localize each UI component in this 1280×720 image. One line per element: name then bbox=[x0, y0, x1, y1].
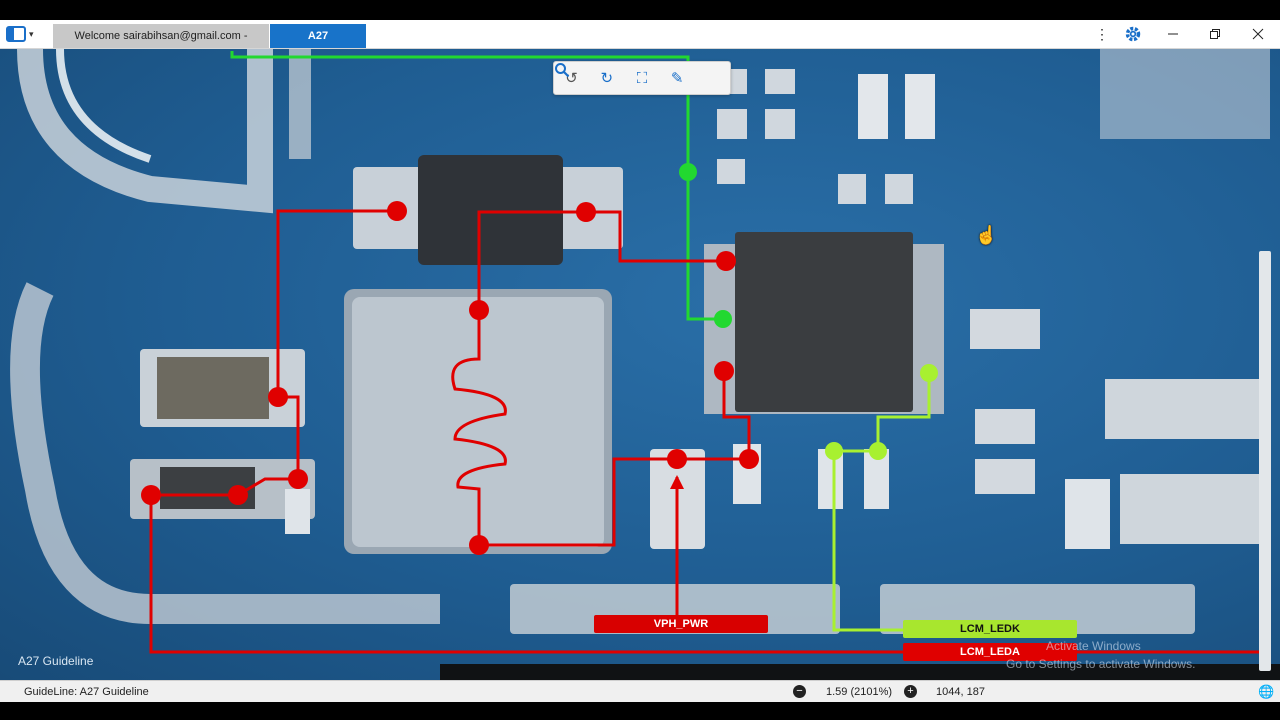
chevron-down-icon: ▾ bbox=[29, 28, 34, 39]
globe-icon[interactable]: 🌐 bbox=[1258, 684, 1274, 700]
zoom-level: 1.59 (2101%) bbox=[826, 686, 893, 698]
vertical-scrollbar[interactable] bbox=[1259, 251, 1271, 671]
title-bar: ▾ Welcome sairabihsan@gmail.com - Orion … bbox=[0, 20, 1280, 66]
app-menu-icon bbox=[6, 26, 26, 42]
minimize-icon[interactable] bbox=[1161, 22, 1185, 46]
bottom-letterbox bbox=[0, 702, 1280, 720]
status-guideline: GuideLine: A27 Guideline bbox=[24, 686, 149, 698]
cursor-coordinates: 1044, 187 bbox=[936, 686, 985, 698]
more-vert-icon[interactable]: ⋮ bbox=[1090, 22, 1114, 46]
activate-line-1: Activate Windows bbox=[1046, 639, 1141, 653]
restore-icon[interactable] bbox=[1203, 22, 1227, 46]
tab-a27-guideline[interactable]: A27 Guideline bbox=[270, 24, 366, 66]
activate-line-2: Go to Settings to activate Windows. bbox=[1006, 657, 1196, 671]
board-image bbox=[10, 49, 1280, 680]
net-label-vph-pwr[interactable]: VPH_PWR bbox=[594, 615, 768, 633]
settings-gear-icon[interactable] bbox=[1121, 22, 1145, 46]
activate-windows-notice: Activate Windows Go to Settings to activ… bbox=[1006, 637, 1195, 673]
view-toolbar: ↺ ↻ ⛶ ✎ bbox=[553, 61, 731, 95]
zoom-out-icon[interactable]: − bbox=[793, 685, 806, 698]
status-bar: GuideLine: A27 Guideline − 1.59 (2101%) … bbox=[0, 680, 1280, 703]
zoom-in-icon[interactable]: + bbox=[904, 685, 917, 698]
search-icon[interactable] bbox=[555, 63, 724, 90]
close-icon[interactable] bbox=[1246, 22, 1270, 46]
app-menu-button[interactable]: ▾ bbox=[6, 24, 40, 44]
board-watermark: A27 Guideline bbox=[18, 654, 94, 668]
draw-tool-icon[interactable]: ✎ bbox=[665, 66, 689, 90]
board-viewer[interactable]: ↺ ↻ ⛶ ✎ VPH_PWR LCM_LEDK LCM_LEDA A27 Gu… bbox=[0, 49, 1280, 680]
rotate-right-icon[interactable]: ↻ bbox=[595, 66, 619, 90]
tab-welcome[interactable]: Welcome sairabihsan@gmail.com - Orion bbox=[53, 24, 269, 66]
hand-cursor-icon: ☝ bbox=[975, 225, 998, 245]
fit-screen-icon[interactable]: ⛶ bbox=[630, 66, 654, 90]
net-label-lcm-ledk[interactable]: LCM_LEDK bbox=[903, 620, 1077, 638]
